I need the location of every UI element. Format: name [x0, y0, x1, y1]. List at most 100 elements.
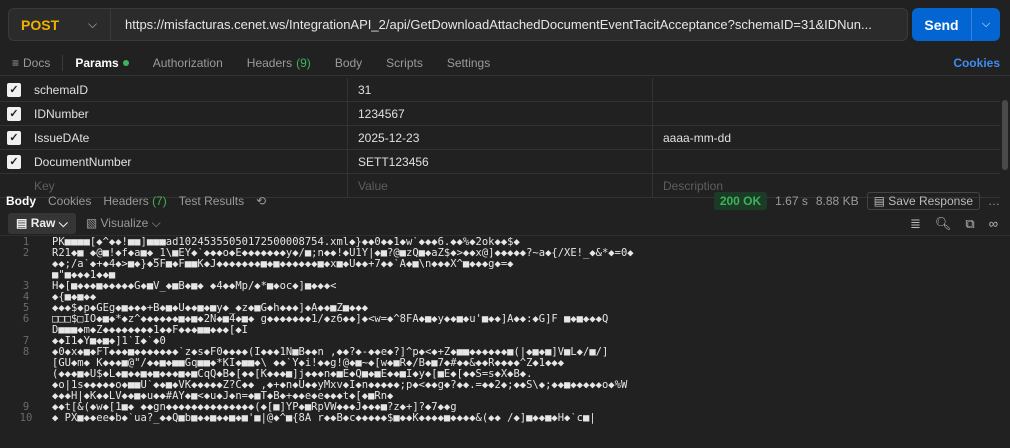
- send-label[interactable]: Send: [912, 8, 972, 41]
- save-response-label: Save Response: [888, 194, 973, 208]
- line-number: [0, 358, 52, 369]
- tab-headers[interactable]: Headers (9): [235, 56, 323, 70]
- code-text: ◆o|1s◆◆◆◆◆o◆■■U`◆◆■◆VK◆◆◆◆◆Z?C◆◆ ,◆+◆n◆U…: [52, 380, 628, 391]
- checkmark-icon: ✓: [7, 130, 21, 145]
- tab-scripts[interactable]: Scripts: [374, 56, 435, 70]
- link-icon[interactable]: ∞: [989, 216, 998, 232]
- checkmark-icon: ✓: [7, 154, 21, 169]
- response-status-bar: 200 OK 1.67 s 8.88 KB ▤ Save Response …: [713, 192, 1010, 210]
- response-time: 1.67 s: [775, 194, 808, 208]
- save-response-button[interactable]: ▤ Save Response: [866, 192, 980, 210]
- visualize-label: Visualize: [100, 216, 149, 230]
- view-raw-label: Raw: [30, 216, 56, 230]
- param-key[interactable]: IDNumber: [28, 102, 348, 125]
- line-number: 8: [22, 346, 30, 358]
- tab-headers-label: Headers: [246, 55, 293, 70]
- request-tabs: ≡ Docs Params Authorization Headers (9) Bo…: [0, 50, 1010, 76]
- history-icon[interactable]: ⟲: [250, 194, 272, 208]
- code-text: ◆◆;/a`◆+◆4◆>■◆}◆5F■◆F■■K◆J◆◆◆◆◆◆◆■◆■◆◆◆◆…: [52, 259, 514, 270]
- response-view-bar: ▤ Raw ⌵ ▧ Visualize ⌵ ≣ 🔍︎ ⧉ ∞: [0, 212, 1010, 236]
- code-line: ◆o|1s◆◆◆◆◆o◆■■U`◆◆■◆VK◆◆◆◆◆Z?C◆◆ ,◆+◆n◆U…: [0, 380, 1010, 391]
- code-line: 4 ◆{■◆■◆◆: [0, 292, 1010, 303]
- params-table: ✓ schemaID 31 ✓ IDNumber 1234567 ✓ Issue…: [0, 78, 1000, 198]
- search-icon[interactable]: 🔍︎: [935, 216, 952, 232]
- code-line: 10 ◆ PX■◆◆ee◆b◆`ua?_◆◆Q■b■◆◆■◆◆■◆■'■|@◆^■…: [0, 413, 1010, 424]
- code-text: ◆ PX■◆◆ee◆b◆`ua?_◆◆Q■b■◆◆■◆◆■◆■'■|@◆^■{8…: [52, 413, 596, 424]
- code-line: 3 H◆[■◆◆◆■◆◆◆◆◆G◆■V_◆■B◆■◆ ◆4◆◆Mp/◆*■◆oc◆…: [0, 281, 1010, 292]
- param-key[interactable]: DocumentNumber: [28, 150, 348, 173]
- param-row: ✓ DocumentNumber SETT123456: [0, 150, 1000, 174]
- line-number: 6: [22, 313, 30, 325]
- response-tabs: Body Cookies Headers (7) Test Results ⟲ …: [0, 190, 1010, 212]
- code-line: 9 ◆◆t[&(◆w◆[1■◆ ◆◆gn◆◆◆◆◆◆◆◆◆◆◆◆◆◆(◆[■]YP…: [0, 402, 1010, 413]
- tab-body[interactable]: Body: [323, 56, 374, 70]
- code-line: (◆◆◆■◆U$◆L◆■◆◆■◆■◆◆◆■◆■CqQ◆B◆[◆◆[K◆◆◆■]j…: [0, 369, 1010, 380]
- method-select[interactable]: POST: [9, 9, 75, 40]
- cookies-link[interactable]: Cookies: [941, 56, 1010, 70]
- params-active-dot: [122, 59, 129, 66]
- code-text: PK■■■■[◆^◆◆!■■]■■■ad10245355050172500008…: [52, 237, 520, 248]
- param-value[interactable]: 1234567: [348, 102, 653, 125]
- param-description[interactable]: aaaa-mm-dd: [653, 126, 1000, 149]
- view-raw-select[interactable]: ▤ Raw ⌵: [8, 213, 76, 234]
- status-badge: 200 OK: [713, 192, 768, 210]
- checkmark-icon: ✓: [7, 82, 21, 97]
- tab-response-cookies[interactable]: Cookies: [42, 194, 97, 208]
- scrollbar[interactable]: [1002, 100, 1008, 170]
- send-options-chevron-icon[interactable]: ⌵: [972, 8, 1000, 41]
- code-text: ◆◆t[&(◆w◆[1■◆ ◆◆gn◆◆◆◆◆◆◆◆◆◆◆◆◆◆(◆[■]YP◆…: [52, 402, 457, 413]
- code-line: D■■■◆m◆Z◆◆◆◆◆◆◆◆1◆◆F◆◆◆■■◆◆◆[◆I: [0, 325, 1010, 336]
- send-button[interactable]: Send ⌵: [912, 8, 1000, 41]
- more-options-icon[interactable]: …: [988, 194, 1000, 208]
- code-text: H◆[■◆◆◆■◆◆◆◆◆G◆■V_◆■B◆■◆ ◆4◆◆Mp/◆*■◆oc◆]…: [52, 281, 337, 292]
- code-text: □□□$□IO◆■◆*◆z^◆◆◆◆◆◆■◆■◆2N◆■4◆■◆ g◆◆◆◆◆◆…: [52, 314, 609, 325]
- param-value[interactable]: 2025-12-23: [348, 126, 653, 149]
- response-body-code[interactable]: 1 PK■■■■[◆^◆◆!■■]■■■ad1024535505017250000…: [0, 237, 1010, 448]
- tab-response-headers[interactable]: Headers (7): [97, 194, 172, 208]
- code-line: 2 R21◆■ ◆@■!◆f◆a■◆_1\■EY◆`◆◆◆o◆E◆◆◆◆◆◆◆y◆…: [0, 248, 1010, 259]
- param-value[interactable]: 31: [348, 78, 653, 101]
- param-description[interactable]: [653, 102, 1000, 125]
- code-text: R21◆■ ◆@■!◆f◆a■◆_1\■EY◆`◆◆◆o◆E◆◆◆◆◆◆◆y◆/…: [52, 248, 634, 259]
- param-checkbox[interactable]: ✓: [0, 154, 28, 169]
- code-text: ◆0◆x◆■◆FT◆◆◆■◆◆◆◆◆◆◆`z◆s◆F0◆◆◆◆(I◆◆◆1N■B…: [52, 347, 609, 358]
- param-description[interactable]: [653, 150, 1000, 173]
- code-text: (◆◆◆■◆U$◆L◆■◆◆■◆■◆◆◆■◆■CqQ◆B◆[◆◆[K◆◆◆■]j…: [52, 369, 533, 380]
- chevron-down-icon[interactable]: ⌵: [75, 9, 111, 40]
- code-text: D■■■◆m◆Z◆◆◆◆◆◆◆◆1◆◆F◆◆◆■■◆◆◆[◆I: [52, 325, 248, 336]
- url-input[interactable]: https://misfacturas.cenet.ws/Integration…: [111, 17, 907, 32]
- line-number: [0, 380, 52, 391]
- url-input-group[interactable]: POST ⌵ https://misfacturas.cenet.ws/Inte…: [8, 8, 908, 41]
- tab-docs[interactable]: ≡ Docs: [0, 56, 62, 70]
- tab-params[interactable]: Params: [63, 56, 140, 70]
- headers-count-badge: (9): [296, 55, 311, 70]
- visualize-icon: ▧: [85, 216, 98, 230]
- response-size: 8.88 KB: [815, 194, 859, 208]
- code-text: ■"■◆◆◆1◆◆■: [52, 270, 116, 281]
- tab-response-body[interactable]: Body: [0, 194, 42, 208]
- code-line: ■"■◆◆◆1◆◆■: [0, 270, 1010, 281]
- tab-settings[interactable]: Settings: [435, 56, 502, 70]
- param-key[interactable]: IssueDAte: [28, 126, 348, 149]
- param-value[interactable]: SETT123456: [348, 150, 653, 173]
- code-text: ◆{■◆■◆◆: [52, 292, 97, 303]
- tab-docs-label: Docs: [23, 55, 51, 70]
- param-checkbox[interactable]: ✓: [0, 130, 28, 145]
- code-line: 1 PK■■■■[◆^◆◆!■■]■■■ad1024535505017250000…: [0, 237, 1010, 248]
- tab-params-label: Params: [75, 55, 119, 70]
- param-key[interactable]: schemaID: [28, 78, 348, 101]
- view-actions: ≣ 🔍︎ ⧉ ∞: [910, 216, 1010, 232]
- code-line: ◆◆;/a`◆+◆4◆>■◆}◆5F■◆F■■K◆J◆◆◆◆◆◆◆■◆■◆◆◆◆…: [0, 259, 1010, 270]
- filter-icon[interactable]: ≣: [910, 216, 921, 232]
- param-checkbox[interactable]: ✓: [0, 82, 28, 97]
- tab-authorization[interactable]: Authorization: [141, 56, 235, 70]
- tab-test-results[interactable]: Test Results: [173, 194, 250, 208]
- param-checkbox[interactable]: ✓: [0, 106, 28, 121]
- visualize-button[interactable]: ▧ Visualize ⌵: [86, 216, 161, 231]
- param-description[interactable]: [653, 78, 1000, 101]
- code-text: [GU◆m◆ K◆◆◆■@"/◆◆■◆■■Gq■■◆*KI◆■■◆\ ◆◆`Y◆…: [52, 358, 565, 369]
- copy-icon[interactable]: ⧉: [965, 216, 974, 232]
- code-text: ◆◆◆$◆p◆GEg◆■◆◆◆+B◆■◆U◆◆■◆■y◆_◆z◆■G◆h◆◆◆]…: [52, 303, 369, 314]
- param-row: ✓ IDNumber 1234567: [0, 102, 1000, 126]
- tab-response-headers-label: Headers: [103, 194, 149, 208]
